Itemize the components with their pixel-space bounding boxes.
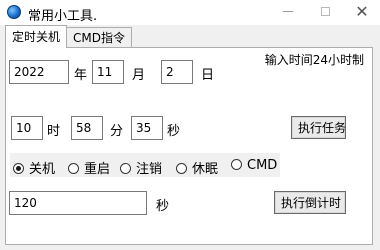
day-input[interactable] (161, 60, 193, 84)
radio-dot-icon (120, 163, 131, 174)
year-input[interactable] (9, 60, 69, 84)
execute-task-button[interactable]: 执行任务 (291, 116, 346, 139)
globe-icon (7, 5, 21, 19)
minute-label: 分 (110, 124, 124, 139)
radio-restart[interactable]: 重启 (68, 158, 110, 177)
maximize-icon (320, 7, 330, 16)
radio-hibernate[interactable]: 休眠 (176, 158, 218, 177)
month-input[interactable] (92, 60, 124, 84)
month-label: 月 (132, 68, 146, 83)
scheduled-shutdown-panel: 输入时间24小时制 年 月 日 时 分 秒 执行任务 关机 重启 注销 休眠 C… (5, 47, 373, 245)
day-label: 日 (201, 68, 215, 83)
hour-label: 时 (47, 124, 61, 139)
radio-cmd[interactable]: CMD (231, 158, 277, 173)
tab-cmd-commands[interactable]: CMD指令 (66, 27, 132, 48)
maximize-button[interactable] (305, 0, 345, 25)
countdown-seconds-input[interactable] (9, 191, 147, 215)
minimize-icon (283, 11, 293, 12)
year-label: 年 (74, 68, 88, 83)
window-title: 常用小工具. (28, 9, 98, 24)
second-label: 秒 (167, 124, 181, 139)
second-input[interactable] (131, 116, 163, 140)
tab-scheduled-shutdown[interactable]: 定时关机 (5, 25, 68, 48)
radio-dot-icon (231, 159, 242, 170)
title-bar: 常用小工具. ✕ (0, 0, 380, 25)
countdown-seconds-label: 秒 (156, 199, 170, 214)
radio-dot-icon (176, 163, 187, 174)
minimize-button[interactable] (268, 0, 308, 25)
execute-countdown-button[interactable]: 执行倒计时 (274, 191, 346, 214)
radio-logoff[interactable]: 注销 (120, 158, 162, 177)
action-radio-group: 关机 重启 注销 休眠 CMD (10, 153, 280, 177)
close-icon: ✕ (355, 2, 369, 21)
minute-input[interactable] (71, 116, 103, 140)
radio-dot-icon (68, 163, 79, 174)
time-format-hint: 输入时间24小时制 (264, 53, 364, 67)
hour-input[interactable] (11, 116, 43, 140)
radio-dot-icon (13, 163, 24, 174)
radio-shutdown[interactable]: 关机 (13, 158, 55, 177)
close-button[interactable]: ✕ (342, 0, 380, 25)
